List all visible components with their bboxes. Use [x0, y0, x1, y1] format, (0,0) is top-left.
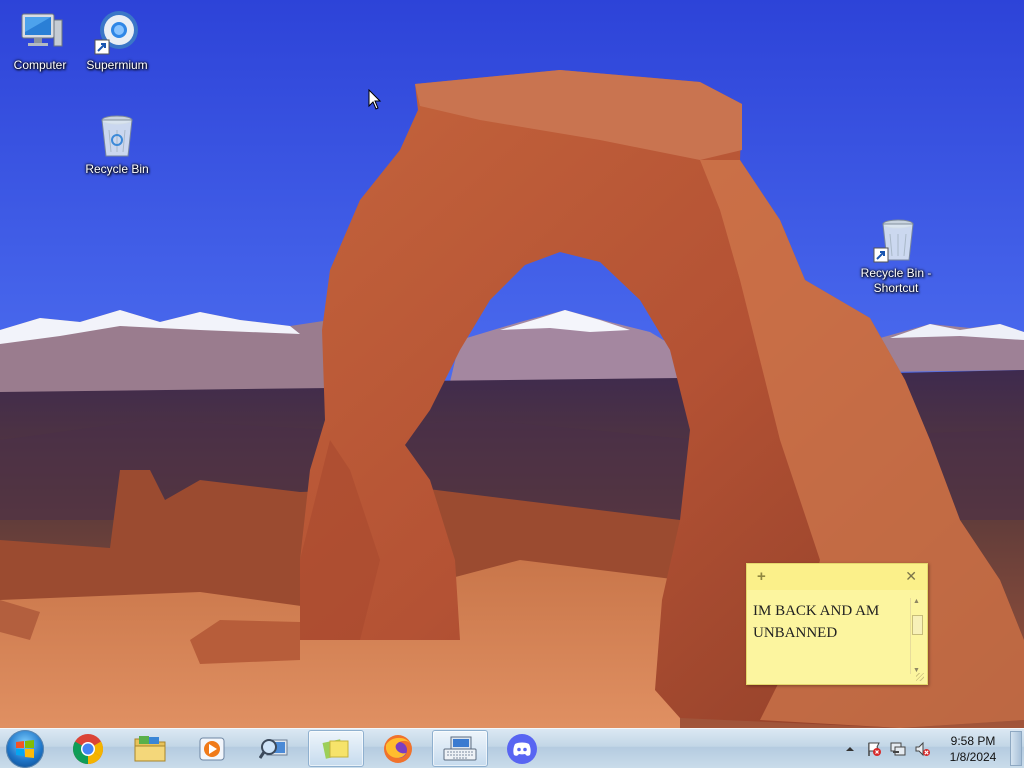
taskbar-discord-button[interactable] — [494, 730, 550, 767]
system-clock[interactable]: 9:58 PM 1/8/2024 — [940, 733, 1006, 765]
mouse-cursor-icon — [368, 89, 382, 110]
keyboard-icon — [443, 736, 477, 760]
desktop-icon-label: Recycle Bin — [85, 162, 149, 176]
folder-icon — [134, 735, 166, 761]
sticky-note-text[interactable]: IM BACK AND AM UNBANNED — [753, 600, 903, 644]
clock-date: 1/8/2024 — [949, 750, 997, 764]
scroll-up-arrow-icon[interactable]: ▲ — [913, 598, 920, 605]
scroll-thumb[interactable] — [912, 615, 923, 635]
taskbar-chrome-button[interactable] — [60, 730, 116, 767]
chevron-up-icon — [846, 747, 854, 751]
computer-icon — [21, 13, 63, 47]
taskbar-magnifier-button[interactable] — [246, 730, 302, 767]
desktop-icon-supermium[interactable]: Supermium — [77, 8, 157, 73]
taskbar-sticky-notes-button[interactable] — [308, 730, 364, 767]
close-note-button[interactable]: ✕ — [905, 568, 917, 585]
sticky-note[interactable]: + ✕ IM BACK AND AM UNBANNED ▲ ▼ — [746, 563, 928, 685]
add-note-button[interactable]: + — [757, 568, 766, 585]
desktop-icon-recycle-bin[interactable]: Recycle Bin — [77, 112, 157, 177]
desktop-icon-recycle-bin-shortcut[interactable]: Recycle Bin - Shortcut — [856, 216, 936, 296]
desktop-icon-label: Recycle Bin - Shortcut — [860, 266, 932, 295]
resize-grip-icon[interactable] — [916, 673, 924, 681]
start-button[interactable] — [6, 730, 44, 768]
network-icon[interactable] — [890, 741, 906, 757]
taskbar-explorer-button[interactable] — [122, 730, 178, 767]
taskbar-media-player-button[interactable] — [184, 730, 240, 767]
taskbar-on-screen-keyboard-button[interactable] — [432, 730, 488, 767]
action-center-icon[interactable] — [866, 741, 882, 757]
firefox-icon — [384, 734, 412, 763]
taskbar-firefox-button[interactable] — [370, 730, 426, 767]
sticky-note-scrollbar[interactable]: ▲ ▼ — [910, 598, 923, 674]
windows-logo-icon — [16, 740, 34, 758]
supermium-browser-icon — [94, 11, 138, 55]
taskbar: 9:58 PM 1/8/2024 — [0, 728, 1024, 768]
sticky-notes-icon — [322, 738, 349, 759]
volume-muted-icon[interactable] — [914, 741, 930, 757]
recycle-bin-icon — [101, 115, 133, 157]
show-hidden-icons-button[interactable] — [844, 742, 860, 758]
magnifier-icon — [259, 738, 288, 759]
sticky-note-titlebar[interactable]: + ✕ — [747, 564, 927, 590]
media-player-icon — [199, 737, 225, 760]
desktop[interactable]: Computer Supermium Recycle Bin Recycle B… — [0, 0, 1024, 728]
recycle-bin-shortcut-icon — [873, 219, 914, 263]
desktop-icon-computer[interactable]: Computer — [0, 8, 80, 73]
clock-time: 9:58 PM — [950, 734, 996, 748]
show-desktop-button[interactable] — [1010, 731, 1022, 766]
discord-icon — [507, 733, 537, 764]
desktop-icon-label: Supermium — [86, 58, 148, 72]
chrome-icon — [72, 733, 104, 764]
desktop-icon-label: Computer — [13, 58, 67, 72]
